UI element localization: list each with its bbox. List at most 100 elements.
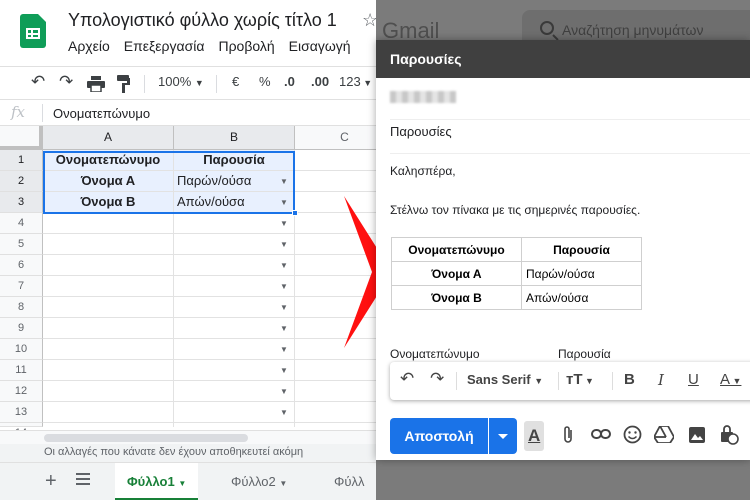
column-header-a[interactable]: A (43, 126, 174, 150)
more-formats-label: 123 (339, 74, 361, 89)
column-header-b[interactable]: B (174, 126, 295, 150)
tab-sheet1[interactable]: Φύλλο1 ▼ (115, 463, 199, 500)
attach-icon[interactable] (561, 425, 575, 445)
menu-file[interactable]: Αρχείο (68, 38, 110, 54)
compose-window: Παρουσίες Παρουσίες Καλησπέρα, Στέλνω το… (376, 40, 750, 460)
send-options-button[interactable] (489, 418, 517, 454)
row-header[interactable]: 7 (0, 276, 43, 297)
currency-button[interactable]: € (232, 74, 239, 89)
ghost-row (390, 400, 750, 408)
undo-icon[interactable]: ↶ (31, 72, 45, 92)
percent-button[interactable]: % (259, 74, 271, 89)
cell-b2[interactable]: Παρών/ούσα (174, 171, 295, 192)
formatting-options-icon[interactable]: A (524, 421, 545, 451)
add-sheet-icon[interactable]: + (45, 470, 57, 493)
row-header[interactable]: 12 (0, 381, 43, 402)
italic-icon[interactable]: I (658, 371, 664, 389)
dropdown-arrow-icon[interactable]: ▼ (280, 324, 288, 333)
table-header-row: Ονοματεπώνυμο Παρουσία (391, 237, 642, 262)
emoji-icon[interactable] (623, 425, 642, 444)
table-cell: Απών/ούσα (521, 285, 642, 310)
table-header: Ονοματεπώνυμο (391, 237, 522, 262)
cell-b1[interactable]: Παρουσία (174, 150, 295, 171)
redo-icon[interactable]: ↷ (59, 72, 73, 92)
underline-icon[interactable]: U (688, 371, 699, 388)
row-header[interactable]: 8 (0, 297, 43, 318)
row-header[interactable]: 5 (0, 234, 43, 255)
row-header[interactable]: 1 (0, 150, 43, 171)
row-header[interactable]: 11 (0, 360, 43, 381)
send-button[interactable]: Αποστολή (390, 418, 488, 454)
table-row: Όνομα Α Παρών/ούσα (391, 261, 642, 286)
recipient-field[interactable] (390, 88, 750, 120)
zoom-select[interactable]: 100% ▼ (158, 74, 204, 89)
cell-a2[interactable]: Όνομα Α (43, 171, 174, 192)
font-size-icon[interactable]: ᴛT ▼ (566, 371, 594, 388)
menu-insert[interactable]: Εισαγωγή (289, 38, 351, 54)
menu-view[interactable]: Προβολή (218, 38, 274, 54)
print-icon[interactable] (87, 76, 105, 92)
sheets-logo-icon[interactable] (20, 14, 46, 48)
subject-field[interactable]: Παρουσίες (390, 120, 750, 154)
pasted-text-col1: Ονοματεπώνυμο (390, 347, 480, 361)
tab-sheet3[interactable]: Φύλλ (322, 463, 376, 500)
drive-icon[interactable] (654, 426, 674, 443)
cell-a1[interactable]: Ονοματεπώνυμο (43, 150, 174, 171)
dropdown-arrow-icon[interactable]: ▼ (280, 240, 288, 249)
dropdown-arrow-icon[interactable]: ▼ (280, 303, 288, 312)
table-cell: Όνομα Β (391, 285, 522, 310)
text-color-icon[interactable]: A ▼ (720, 371, 741, 388)
fill-handle[interactable] (292, 210, 298, 216)
search-icon[interactable] (540, 21, 554, 35)
compose-title[interactable]: Παρουσίες (376, 40, 750, 78)
table-cell: Όνομα Α (391, 261, 522, 286)
more-formats-button[interactable]: 123 ▼ (339, 74, 372, 89)
font-select-value: Sans Serif (467, 372, 531, 387)
scrollbar-thumb[interactable] (44, 434, 248, 442)
chevron-down-icon: ▼ (534, 376, 544, 386)
body-greeting: Καλησπέρα, (390, 164, 456, 178)
dropdown-arrow-icon[interactable]: ▼ (280, 345, 288, 354)
row-header[interactable]: 9 (0, 318, 43, 339)
redo-icon[interactable]: ↷ (430, 369, 444, 389)
empty-cells-b[interactable] (174, 213, 295, 427)
dropdown-arrow-icon[interactable]: ▼ (280, 366, 288, 375)
cell-a3[interactable]: Όνομα Β (43, 192, 174, 213)
confidential-mode-icon[interactable] (719, 425, 739, 445)
undo-icon[interactable]: ↶ (400, 369, 414, 389)
chevron-down-icon: ▼ (279, 479, 288, 488)
document-title[interactable]: Υπολογιστικό φύλλο χωρίς τίτλο 1 (68, 10, 337, 31)
dropdown-arrow-icon[interactable]: ▼ (280, 282, 288, 291)
dropdown-arrow-icon[interactable]: ▼ (280, 177, 288, 186)
link-icon[interactable] (591, 428, 611, 440)
select-all-corner[interactable] (0, 126, 43, 150)
table-cell: Παρών/ούσα (521, 261, 642, 286)
row-header[interactable]: 2 (0, 171, 43, 192)
paint-format-icon[interactable] (117, 75, 131, 93)
decrease-decimals-button[interactable]: .0 (284, 74, 295, 89)
row-header[interactable]: 14 (0, 423, 43, 439)
font-select[interactable]: Sans Serif ▼ (467, 372, 543, 387)
empty-cells-a[interactable] (43, 213, 174, 427)
insert-photo-icon[interactable] (688, 426, 706, 444)
cell-b3[interactable]: Απών/ούσα (174, 192, 295, 213)
menu-bar: Αρχείο Επεξεργασία Προβολή Εισαγωγή (68, 38, 351, 54)
row-header[interactable]: 10 (0, 339, 43, 360)
bold-icon[interactable]: B (624, 371, 635, 388)
all-sheets-icon[interactable] (76, 473, 90, 488)
row-header[interactable]: 6 (0, 255, 43, 276)
dropdown-arrow-icon[interactable]: ▼ (280, 408, 288, 417)
dropdown-arrow-icon[interactable]: ▼ (280, 387, 288, 396)
row-header[interactable]: 4 (0, 213, 43, 234)
dropdown-arrow-icon[interactable]: ▼ (280, 219, 288, 228)
blurred-recipient (390, 91, 456, 103)
row-header[interactable]: 3 (0, 192, 43, 213)
row-header[interactable]: 13 (0, 402, 43, 423)
increase-decimals-button[interactable]: .00 (311, 74, 329, 89)
dropdown-arrow-icon[interactable]: ▼ (280, 198, 288, 207)
dropdown-arrow-icon[interactable]: ▼ (280, 261, 288, 270)
tab-sheet2[interactable]: Φύλλο2 ▼ (219, 463, 299, 500)
zoom-value: 100% (158, 74, 192, 89)
menu-edit[interactable]: Επεξεργασία (124, 38, 205, 54)
formula-input[interactable]: Ονοματεπώνυμο (53, 106, 150, 121)
